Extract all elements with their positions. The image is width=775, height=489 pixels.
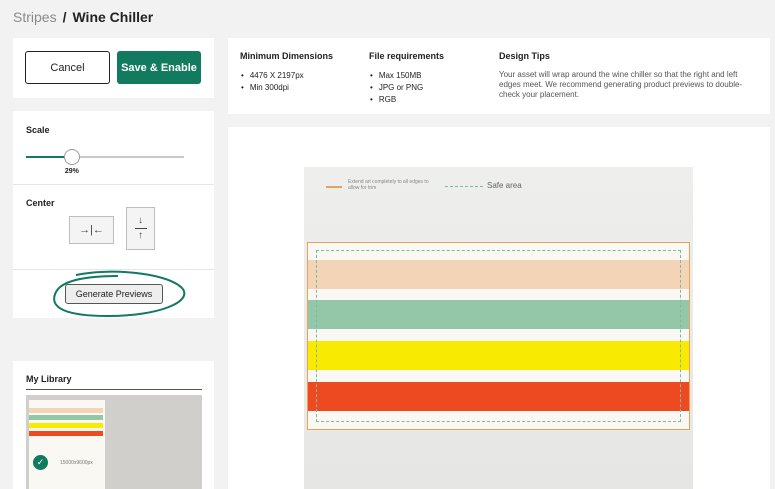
breadcrumb-separator: / <box>62 9 67 25</box>
library-divider <box>26 389 202 390</box>
breadcrumb: Stripes / Wine Chiller <box>13 9 153 25</box>
divider <box>13 184 214 185</box>
center-label: Center <box>26 198 55 208</box>
file-requirements-title: File requirements <box>369 51 445 61</box>
minimum-dimensions-title: Minimum Dimensions <box>240 51 334 61</box>
file-requirement-item: Max 150MB <box>369 70 444 82</box>
breadcrumb-stripes-link[interactable]: Stripes <box>13 9 57 25</box>
generate-previews-button[interactable]: Generate Previews <box>65 284 163 304</box>
scale-slider-thumb[interactable] <box>63 149 80 165</box>
design-tips-section: Design Tips Your asset will wrap around … <box>499 51 761 100</box>
file-requirements-section: File requirements Max 150MB JPG or PNG R… <box>369 51 444 106</box>
file-requirement-item: RGB <box>369 94 444 106</box>
center-line-icon <box>134 228 147 229</box>
preview-area: Extend art completely to all edges to al… <box>228 127 770 489</box>
requirements-card: Minimum Dimensions 4476 X 2197px Min 300… <box>228 38 770 114</box>
trim-legend-label: Extend art completely to all edges to al… <box>348 179 429 191</box>
my-library-panel: My Library ✓ 15000x9600px <box>13 361 214 489</box>
scale-value: 29% <box>64 168 79 175</box>
selected-check-icon: ✓ <box>33 455 48 470</box>
file-requirement-item: JPG or PNG <box>369 82 444 94</box>
center-horizontal-icon: →|← <box>79 224 104 236</box>
page-title: Wine Chiller <box>72 9 154 25</box>
thumbnail-stripe-yellow <box>29 423 103 428</box>
center-horizontal-button[interactable]: →|← <box>69 216 114 244</box>
thumbnail-art <box>29 400 105 489</box>
thumbnail-stripe-green <box>29 415 103 420</box>
scale-label: Scale <box>26 125 50 135</box>
minimum-dimensions-section: Minimum Dimensions 4476 X 2197px Min 300… <box>240 51 333 94</box>
thumbnail-stripe-red <box>29 431 103 436</box>
save-enable-button[interactable]: Save & Enable <box>117 51 201 84</box>
center-vertical-button[interactable]: ↓ ↑ <box>126 207 155 250</box>
min-dimension-item: Min 300dpi <box>240 82 333 94</box>
safe-area-legend-label: Safe area <box>487 181 522 190</box>
min-dimension-item: 4476 X 2197px <box>240 70 333 82</box>
library-asset-thumbnail[interactable]: ✓ 15000x9600px <box>26 395 202 489</box>
design-tips-title: Design Tips <box>499 51 550 61</box>
safe-area-legend-swatch <box>445 186 483 187</box>
trim-legend-swatch <box>326 186 342 188</box>
thumbnail-size-label: 15000x9600px <box>60 460 93 466</box>
artboard: Extend art completely to all edges to al… <box>304 167 693 489</box>
cancel-button[interactable]: Cancel <box>25 51 110 84</box>
thumbnail-stripe-peach <box>29 408 103 413</box>
scale-slider-track[interactable] <box>26 156 184 158</box>
arrow-down-icon: ↓ <box>138 215 143 226</box>
design-tips-text: Your asset will wrap around the wine chi… <box>499 70 743 99</box>
arrow-up-icon: ↑ <box>138 230 143 241</box>
design-controls-panel: Scale 29% Center →|← ↓ ↑ Generate Previe… <box>13 111 214 318</box>
action-card: Cancel Save & Enable <box>13 38 214 98</box>
library-title: My Library <box>26 374 72 384</box>
safe-area-guide <box>316 250 681 422</box>
